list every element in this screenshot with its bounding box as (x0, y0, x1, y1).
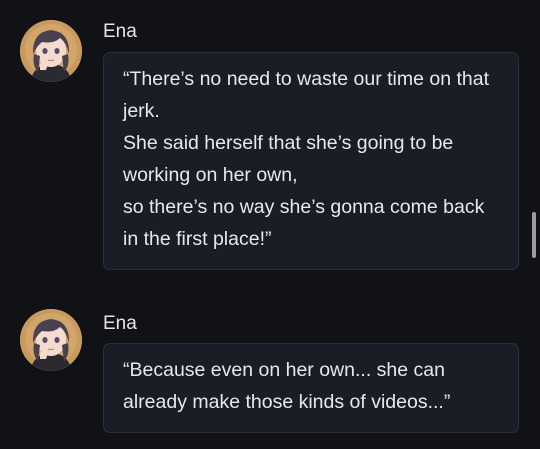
message-bubble: “There’s no need to waste our time on th… (103, 52, 519, 270)
avatar[interactable] (20, 20, 82, 82)
ena-avatar-icon (20, 309, 82, 371)
avatar[interactable] (20, 309, 82, 371)
speaker-name: Ena (103, 313, 137, 334)
message-line: in the first place!” (123, 228, 272, 250)
message-line: “Because even on her own... she can (123, 359, 445, 381)
message-line: working on her own, (123, 164, 298, 186)
scrollbar-thumb[interactable] (532, 212, 536, 258)
message-line: so there’s no way she’s gonna come back (123, 196, 485, 218)
message-bubble: “Because even on her own... she can alre… (103, 343, 519, 433)
message-line: She said herself that she’s going to be (123, 132, 454, 154)
speaker-name: Ena (103, 21, 137, 42)
message-line: “There’s no need to waste our time on th… (123, 68, 490, 90)
message-line: already make those kinds of videos...” (123, 391, 451, 413)
ena-avatar-icon (20, 20, 82, 82)
message-line: jerk. (123, 100, 160, 122)
chat-screen: Ena “There’s no need to waste our time o… (0, 0, 540, 449)
